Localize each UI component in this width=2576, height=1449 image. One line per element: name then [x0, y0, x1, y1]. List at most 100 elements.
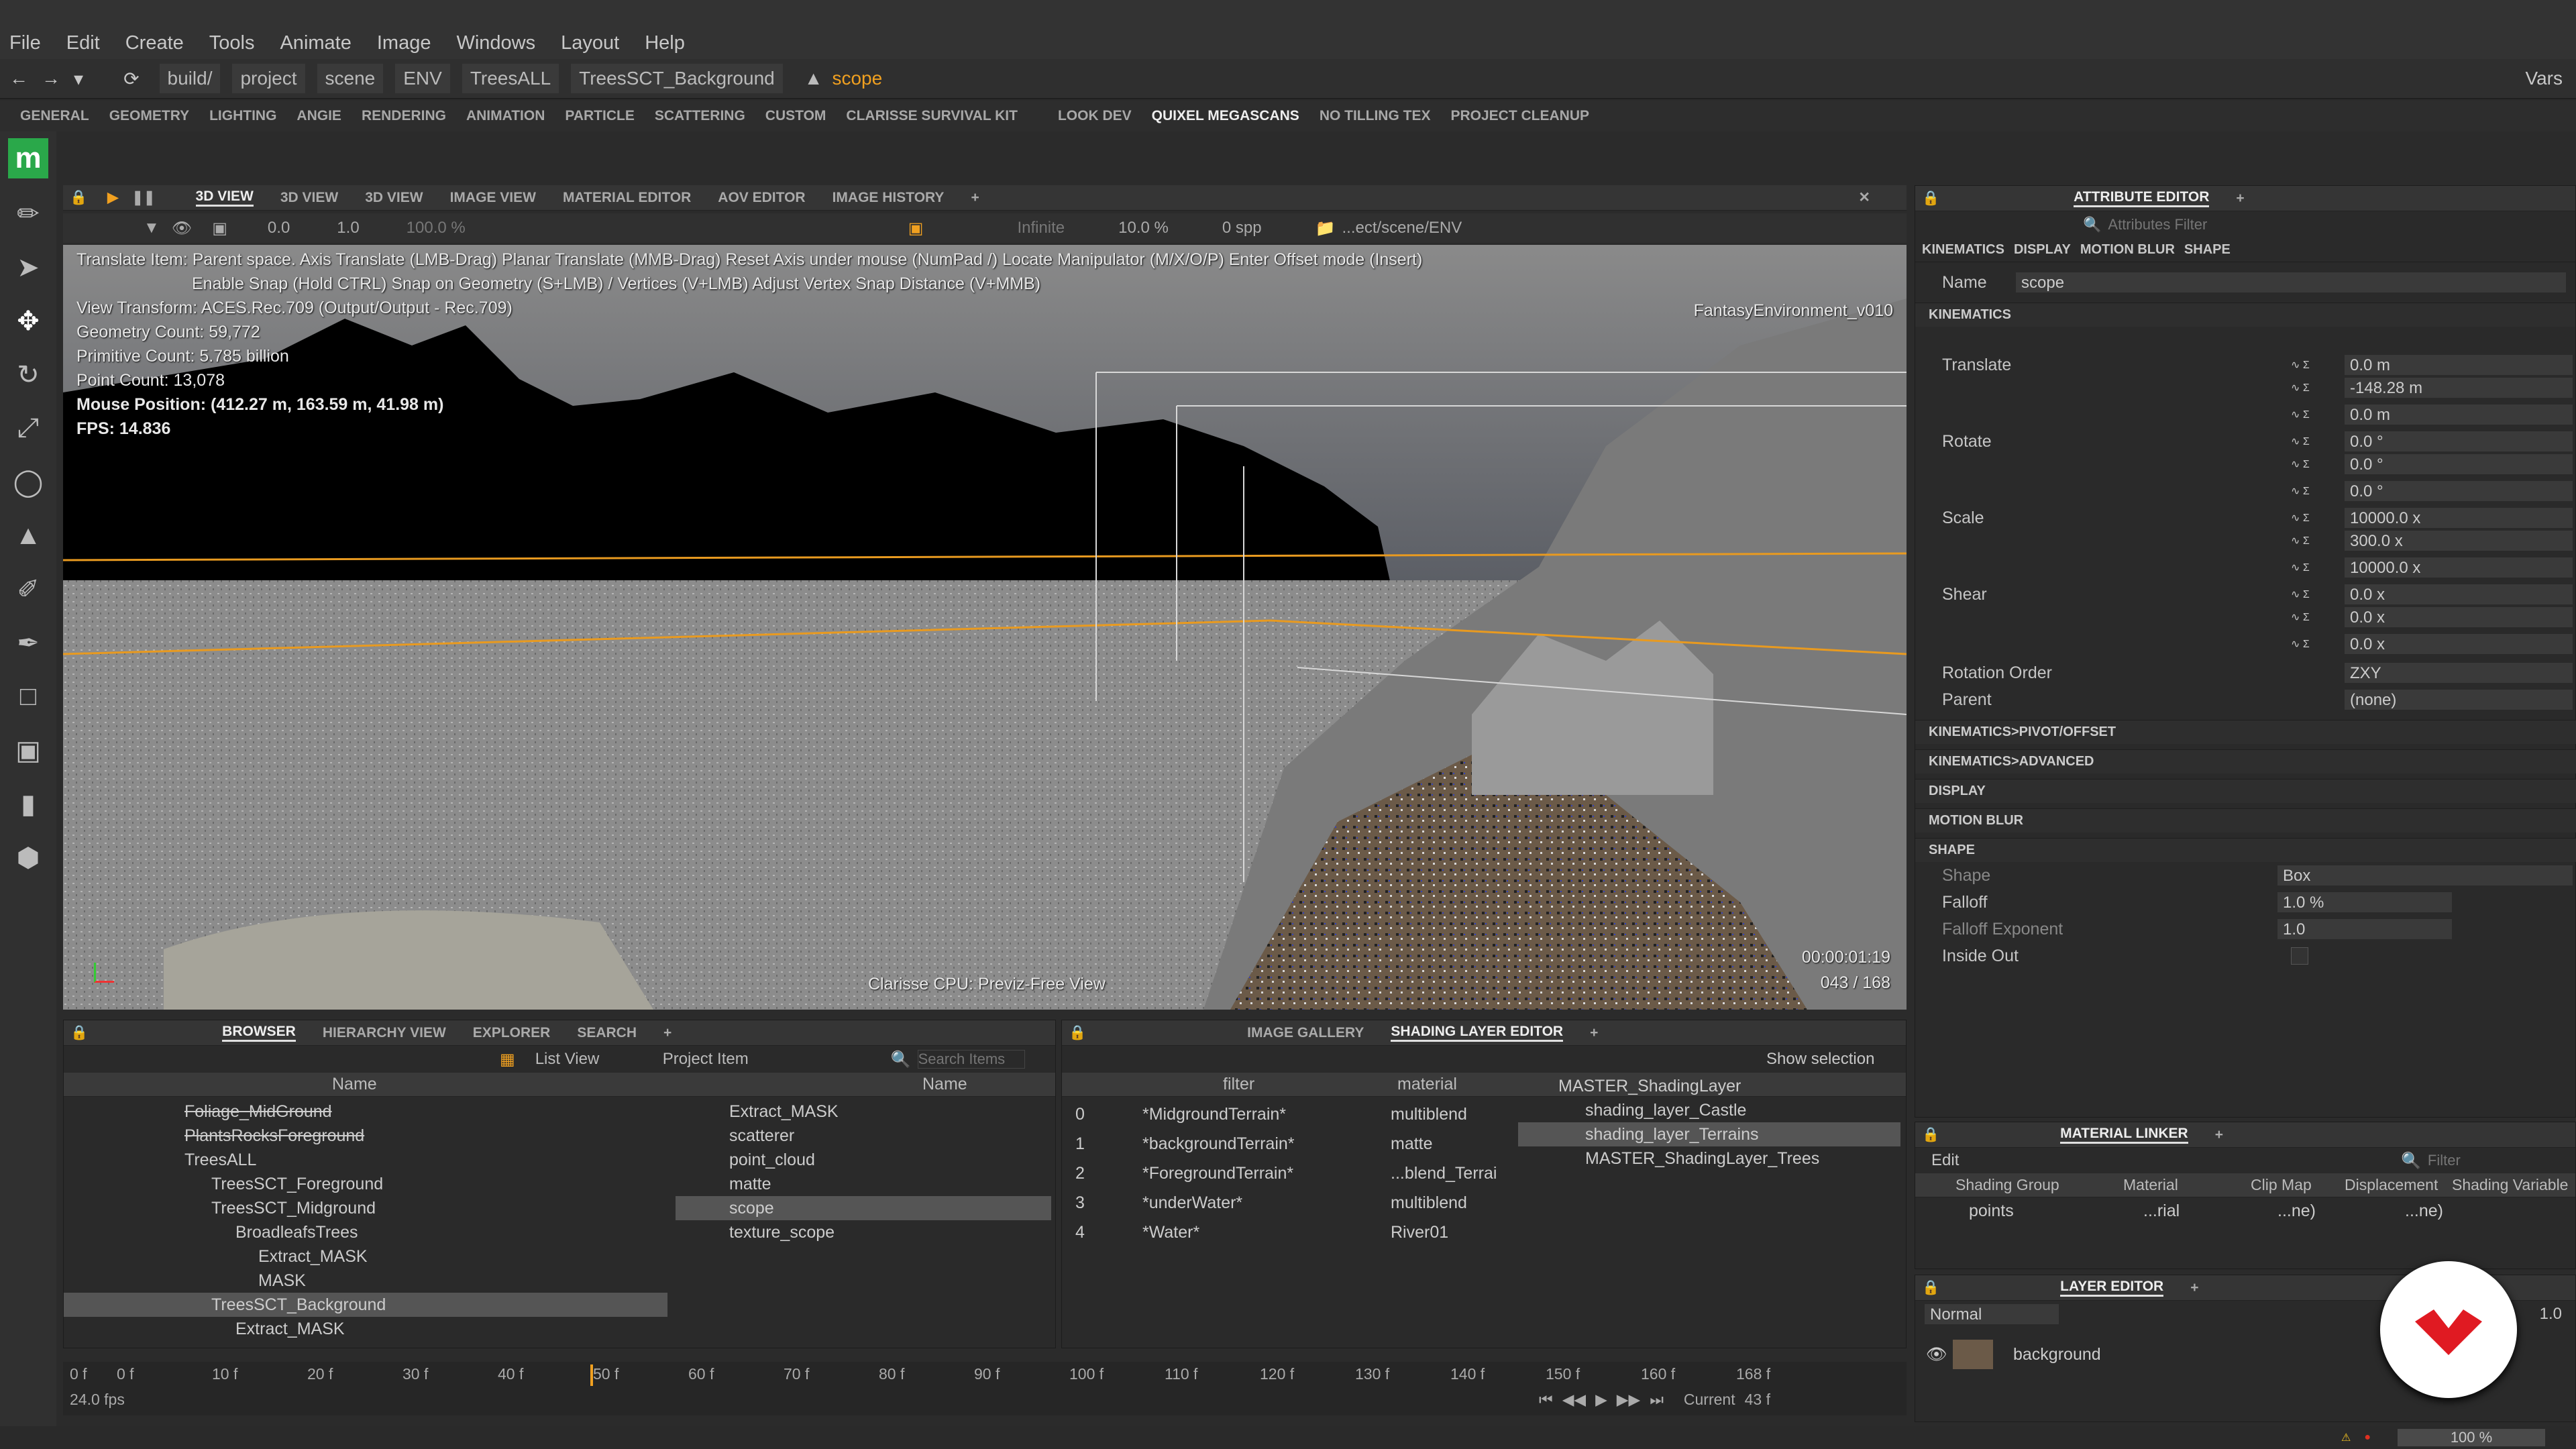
pause-icon[interactable]: ❚❚: [131, 189, 155, 206]
snap-icon[interactable]: ▣: [8, 735, 48, 775]
render-mode-icon[interactable]: ▣: [908, 219, 924, 238]
shelf-no-tiling[interactable]: NO TILLING TEX: [1320, 108, 1431, 124]
tab-aov-editor[interactable]: AOV EDITOR: [718, 190, 805, 206]
shelf-cleanup[interactable]: PROJECT CLEANUP: [1450, 108, 1589, 124]
3d-viewport[interactable]: Translate Item: Parent space. Axis Trans…: [63, 245, 1907, 1010]
tree-item[interactable]: TreesALL: [64, 1148, 667, 1172]
prev-key-icon[interactable]: ◀◀: [1562, 1391, 1586, 1409]
tree-item[interactable]: MASK: [64, 1269, 667, 1293]
spp-field[interactable]: 0 spp: [1222, 219, 1262, 237]
layer-tree-item[interactable]: MASTER_ShadingLayer_Trees: [1518, 1146, 1900, 1171]
rotate-y-field[interactable]: 0.0 °: [2345, 454, 2573, 474]
link-icon[interactable]: ∿ Σ: [2291, 637, 2345, 651]
browser-add-tab-icon[interactable]: +: [663, 1025, 672, 1041]
link-icon[interactable]: ∿ Σ: [2291, 358, 2345, 372]
tab-material-linker[interactable]: MATERIAL LINKER: [2060, 1126, 2188, 1144]
scale-x-field[interactable]: 10000.0 x: [2345, 508, 2573, 528]
link-icon[interactable]: ∿ Σ: [2291, 588, 2345, 601]
col-material[interactable]: Material: [2083, 1176, 2217, 1194]
current-frame-field[interactable]: 43 f: [1745, 1391, 1770, 1409]
infinite-field[interactable]: Infinite: [1017, 219, 1065, 237]
rotate-icon[interactable]: ↻: [8, 360, 48, 400]
row-displacement[interactable]: ...ne): [2405, 1199, 2443, 1223]
link-icon[interactable]: ∿ Σ: [2291, 408, 2345, 421]
translate-y-field[interactable]: -148.28 m: [2345, 378, 2573, 398]
tree-item[interactable]: Foliage_MidGround: [64, 1099, 667, 1124]
layer-lock-icon[interactable]: 🔒: [1922, 1280, 1939, 1296]
link-icon[interactable]: ∿ Σ: [2291, 511, 2345, 525]
value-field-2[interactable]: 1.0: [337, 219, 359, 237]
attr-tab-kinematics[interactable]: KINEMATICS: [1922, 242, 2004, 258]
tab-layer-editor[interactable]: LAYER EDITOR: [2060, 1279, 2164, 1297]
falloff-exponent-field[interactable]: 1.0: [2277, 919, 2452, 939]
eye-icon[interactable]: 👁: [172, 219, 192, 238]
tab-3d-view-2[interactable]: 3D VIEW: [280, 190, 338, 206]
browser-lock-icon[interactable]: 🔒: [70, 1025, 88, 1041]
shear-y-field[interactable]: 0.0 x: [2345, 607, 2573, 627]
layer-add-tab-icon[interactable]: +: [2190, 1280, 2198, 1296]
row-clip-map[interactable]: ...ne): [2277, 1199, 2405, 1223]
items-name-header[interactable]: Name: [922, 1075, 967, 1094]
col-shading-group[interactable]: Shading Group: [1955, 1176, 2083, 1194]
shading-row[interactable]: 4 *Water* River01: [1062, 1218, 1511, 1247]
row-material[interactable]: ...rial: [2143, 1199, 2277, 1223]
sample-pct-field[interactable]: 10.0 %: [1118, 219, 1169, 237]
shelf-survival-kit[interactable]: CLARISSE SURVIVAL KIT: [846, 108, 1018, 124]
shelf-custom[interactable]: CUSTOM: [765, 108, 826, 124]
tree-item[interactable]: Extract_MASK: [64, 1244, 667, 1269]
measure-icon[interactable]: ▮: [8, 789, 48, 829]
paint-icon[interactable]: ✐: [8, 574, 48, 614]
section-motion-blur[interactable]: MOTION BLUR: [1915, 808, 2576, 833]
tree-item[interactable]: TreesSCT_Foreground: [64, 1172, 667, 1196]
attr-tab-display[interactable]: DISPLAY: [2014, 242, 2071, 258]
section-kinematics[interactable]: KINEMATICS: [1915, 303, 2575, 327]
tab-image-history[interactable]: IMAGE HISTORY: [833, 190, 945, 206]
timeline-start-field[interactable]: 0 f: [63, 1365, 117, 1383]
link-icon[interactable]: ∿ Σ: [2291, 561, 2345, 574]
crumb-treesall[interactable]: TreesALL: [462, 64, 559, 93]
shelf-lighting[interactable]: LIGHTING: [209, 108, 276, 124]
shelf-rendering[interactable]: RENDERING: [362, 108, 446, 124]
shading-lock-icon[interactable]: 🔒: [1069, 1025, 1086, 1041]
refresh-icon[interactable]: ⟳: [123, 68, 139, 90]
show-selection-dropdown[interactable]: Show selection: [1766, 1050, 1874, 1069]
select-icon[interactable]: ➤: [8, 252, 48, 292]
vars-button[interactable]: Vars: [2526, 68, 2563, 89]
item-point-cloud[interactable]: point_cloud: [676, 1148, 1051, 1172]
tab-attribute-editor[interactable]: ATTRIBUTE EDITOR: [2074, 189, 2210, 207]
section-display[interactable]: DISPLAY: [1915, 779, 2576, 803]
material-column-header[interactable]: material: [1397, 1075, 1457, 1094]
scale-y-field[interactable]: 300.0 x: [2345, 531, 2573, 551]
attr-add-tab-icon[interactable]: +: [2236, 191, 2244, 207]
col-displacement[interactable]: Displacement: [2331, 1176, 2452, 1194]
item-texture-scope[interactable]: texture_scope: [676, 1220, 1051, 1244]
item-scope[interactable]: scope: [676, 1196, 1051, 1220]
item-extract-mask[interactable]: Extract_MASK: [676, 1099, 1051, 1124]
tab-3d-view-1[interactable]: 3D VIEW: [195, 189, 254, 207]
close-panel-icon[interactable]: ✕: [1858, 189, 1870, 206]
tab-image-view[interactable]: IMAGE VIEW: [450, 190, 536, 206]
timeline[interactable]: 0 f 0 f 10 f 20 f 30 f 40 f 50 f 60 f 70…: [63, 1362, 1907, 1415]
matlinker-row[interactable]: points ...rial ...ne) ...ne): [1915, 1197, 2575, 1224]
play-icon[interactable]: ▶: [107, 189, 118, 206]
tab-material-editor[interactable]: MATERIAL EDITOR: [563, 190, 691, 206]
shear-z-field[interactable]: 0.0 x: [2345, 634, 2573, 654]
fps-field[interactable]: 24.0 fps: [63, 1391, 1539, 1409]
shading-row[interactable]: 2 *ForegroundTerrain* ...blend_Terrai: [1062, 1159, 1511, 1188]
link-icon[interactable]: ∿ Σ: [2291, 381, 2345, 394]
scale-z-field[interactable]: 10000.0 x: [2345, 557, 2573, 578]
shelf-look-dev[interactable]: LOOK DEV: [1058, 108, 1132, 124]
attr-tab-motion-blur[interactable]: MOTION BLUR: [2080, 242, 2175, 258]
matlinker-edit-menu[interactable]: Edit: [1931, 1151, 2401, 1170]
tree-item-selected[interactable]: TreesSCT_Background: [64, 1293, 667, 1317]
filter-column-header[interactable]: filter: [1223, 1075, 1397, 1094]
tab-3d-view-3[interactable]: 3D VIEW: [365, 190, 423, 206]
crumb-env[interactable]: ENV: [395, 64, 450, 93]
col-clip-map[interactable]: Clip Map: [2217, 1176, 2331, 1194]
link-icon[interactable]: ∿ Σ: [2291, 484, 2345, 498]
crumb-project[interactable]: project: [232, 64, 305, 93]
menu-help[interactable]: Help: [645, 32, 685, 54]
shear-x-field[interactable]: 0.0 x: [2345, 584, 2573, 604]
link-icon[interactable]: ∿ Σ: [2291, 435, 2345, 448]
menu-animate[interactable]: Animate: [280, 32, 351, 54]
